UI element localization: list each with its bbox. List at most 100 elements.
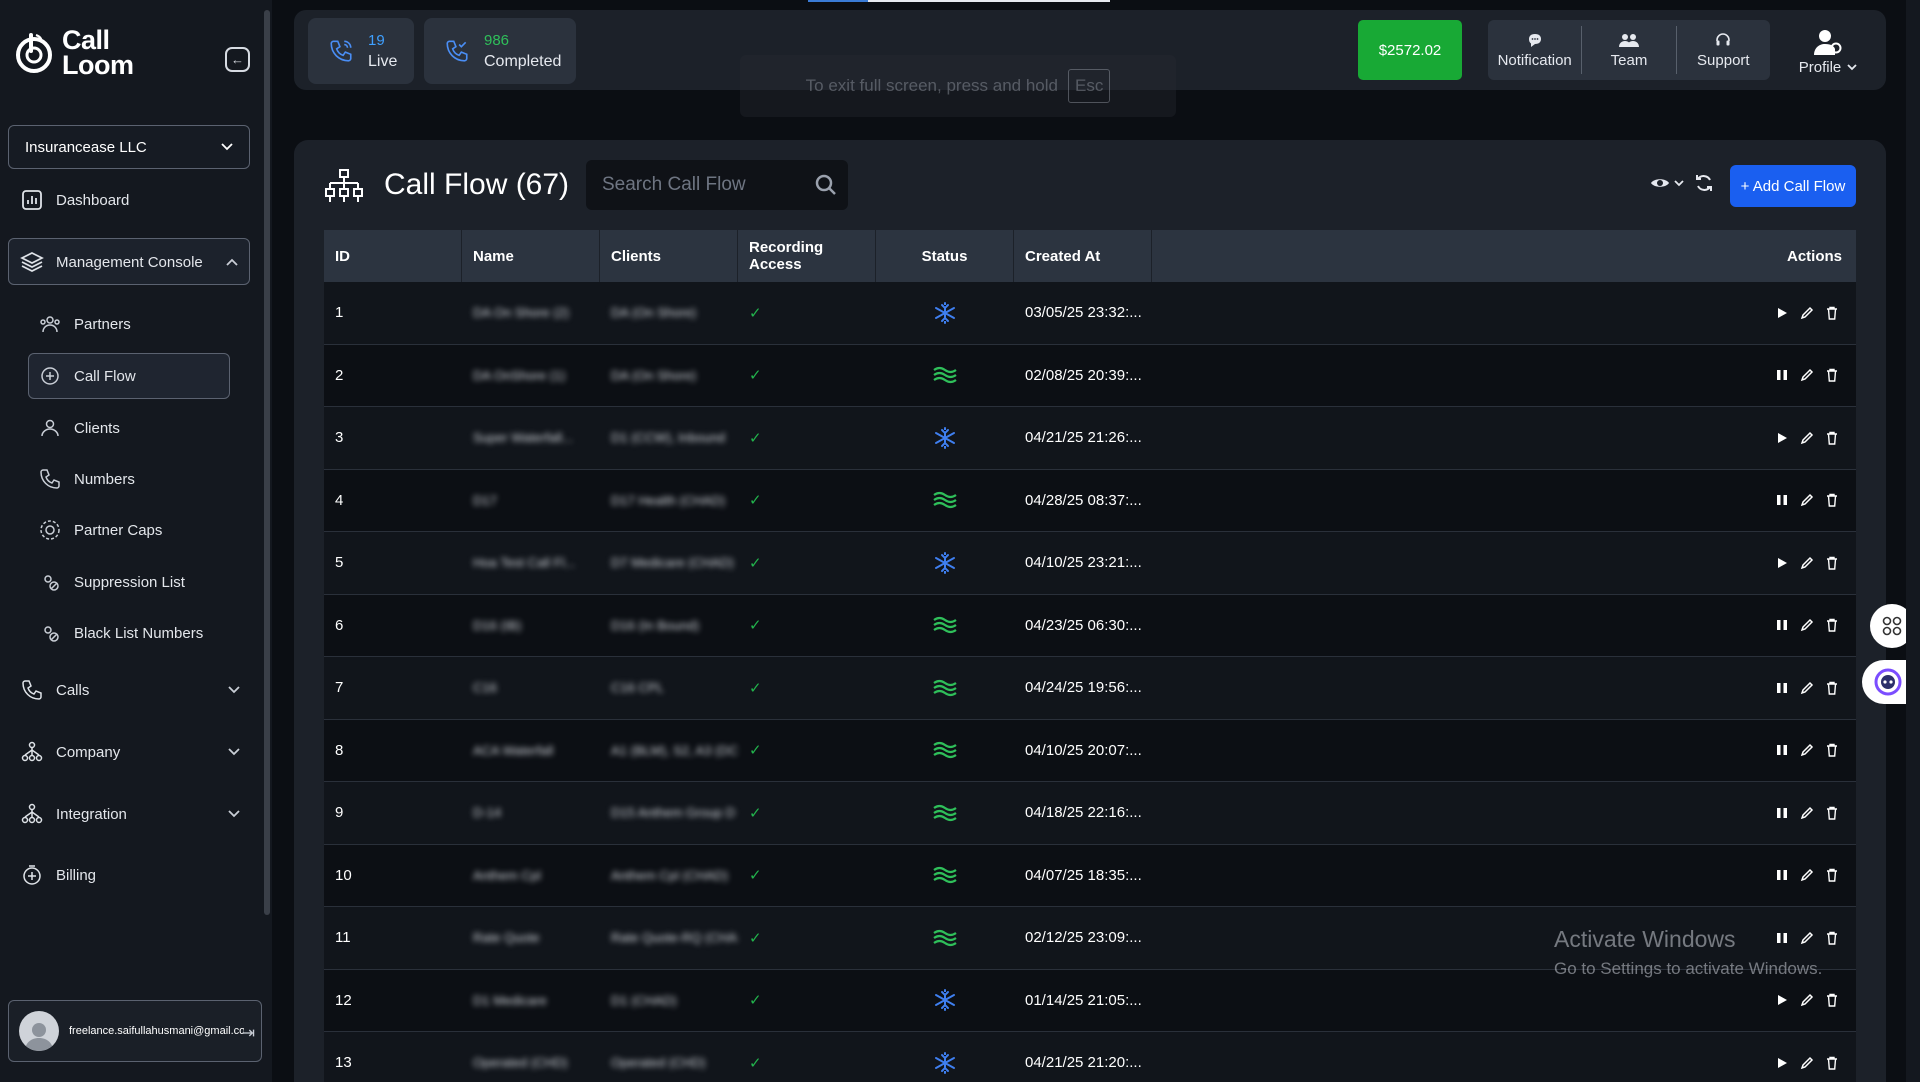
- table-row[interactable]: 6 D16 (IB) D16 (In Bound) ✓ 04/23/25 06:30:.…: [324, 594, 1856, 657]
- column-header-created-at[interactable]: Created At: [1014, 230, 1152, 282]
- edit-pencil-icon[interactable]: [1800, 806, 1814, 820]
- table-row[interactable]: 3 Super Waterfall... D1 (CCW), Inbound ✓ 04/…: [324, 407, 1856, 470]
- collapse-sidebar-button[interactable]: ←: [225, 47, 250, 72]
- watermark-title: Activate Windows: [1554, 926, 1736, 952]
- sidebar-item-label: Billing: [56, 866, 97, 884]
- sidebar-item-call-flow[interactable]: Call Flow: [38, 364, 136, 388]
- delete-trash-icon[interactable]: [1826, 368, 1838, 382]
- table-row[interactable]: 10 Anthem Cpl Anthem Cpl (CHAD) ✓ 04/07/25 1…: [324, 844, 1856, 907]
- cell-id: 4: [335, 491, 344, 509]
- cell-created-at: 04/21/25 21:20:...: [1025, 1054, 1142, 1072]
- recording-check-icon: ✓: [749, 304, 762, 322]
- management-console-header[interactable]: Management Console: [20, 250, 238, 274]
- table-row[interactable]: 7 C16 C16 CPL ✓ 04/24/25 19:56:...: [324, 657, 1856, 720]
- refresh-icon[interactable]: [1694, 173, 1714, 198]
- balance-button[interactable]: $2572.02: [1358, 20, 1462, 80]
- delete-trash-icon[interactable]: [1826, 1056, 1838, 1070]
- search-input[interactable]: [602, 174, 802, 196]
- delete-trash-icon[interactable]: [1826, 556, 1838, 570]
- pause-icon[interactable]: [1776, 619, 1788, 631]
- add-call-flow-button[interactable]: + Add Call Flow: [1730, 165, 1856, 207]
- chevron-down-icon: [1674, 179, 1684, 186]
- delete-trash-icon[interactable]: [1826, 806, 1838, 820]
- user-account[interactable]: freelance.saifullahusmani@gmail.com ⇥: [8, 1000, 262, 1062]
- column-visibility-toggle[interactable]: [1650, 176, 1684, 190]
- delete-trash-icon[interactable]: [1826, 493, 1838, 507]
- cell-actions: [1746, 470, 1856, 532]
- sidebar-item-company[interactable]: Company: [20, 740, 240, 764]
- edit-pencil-icon[interactable]: [1800, 368, 1814, 382]
- play-icon[interactable]: [1776, 307, 1788, 319]
- search-icon[interactable]: [814, 173, 838, 202]
- play-icon[interactable]: [1776, 994, 1788, 1006]
- pause-icon[interactable]: [1776, 807, 1788, 819]
- column-header-name[interactable]: Name: [462, 230, 600, 282]
- column-header-recording-access[interactable]: Recording Access: [738, 230, 876, 282]
- pause-icon[interactable]: [1776, 869, 1788, 881]
- delete-trash-icon[interactable]: [1826, 618, 1838, 632]
- play-icon[interactable]: [1776, 432, 1788, 444]
- cell-actions: [1746, 345, 1856, 407]
- completed-calls-stat[interactable]: 986 Completed: [424, 18, 576, 84]
- table-row[interactable]: 4 D17 D17 Health (CHAD) ✓ 04/28/25 08:37:...: [324, 469, 1856, 532]
- table-row[interactable]: 13 Operated (CHD) Operated (CHD) ✓ 04/21/25 …: [324, 1032, 1856, 1082]
- live-calls-stat[interactable]: 19 Live: [308, 18, 414, 84]
- sidebar-item-billing[interactable]: Billing: [20, 863, 96, 887]
- edit-pencil-icon[interactable]: [1800, 618, 1814, 632]
- edit-pencil-icon[interactable]: [1800, 431, 1814, 445]
- eye-icon: [1651, 179, 1669, 187]
- pause-icon[interactable]: [1776, 369, 1788, 381]
- waves-active-icon: [933, 867, 957, 884]
- edit-pencil-icon[interactable]: [1800, 868, 1814, 882]
- play-icon[interactable]: [1776, 1057, 1788, 1069]
- table-row[interactable]: 2 DA OnShore (1) DA (On Shore) ✓ 02/08/25 20…: [324, 344, 1856, 407]
- cell-created-at: 03/05/25 23:32:...: [1025, 304, 1142, 322]
- column-header-id[interactable]: ID: [324, 230, 462, 282]
- delete-trash-icon[interactable]: [1826, 868, 1838, 882]
- sidebar-item-suppression-list[interactable]: Suppression List: [38, 570, 185, 594]
- edit-pencil-icon[interactable]: [1800, 493, 1814, 507]
- pause-icon[interactable]: [1776, 682, 1788, 694]
- logout-icon[interactable]: ⇥: [242, 1023, 255, 1043]
- edit-pencil-icon[interactable]: [1800, 306, 1814, 320]
- table-row[interactable]: 5 Hoa Test Call Fl... D7 Medicare (CHAD) ✓ 0…: [324, 532, 1856, 595]
- edit-pencil-icon[interactable]: [1800, 556, 1814, 570]
- edit-pencil-icon[interactable]: [1800, 743, 1814, 757]
- table-row[interactable]: 8 ACA Waterfall A1 (BLM), S2, A3 (DC ✓ 04/10…: [324, 719, 1856, 782]
- sidebar-item-partner-caps[interactable]: Partner Caps: [38, 518, 162, 542]
- organization-select[interactable]: Insurancease LLC: [8, 125, 250, 169]
- sidebar-item-black-list-numbers[interactable]: Black List Numbers: [38, 621, 203, 645]
- delete-trash-icon[interactable]: [1826, 931, 1838, 945]
- profile-menu[interactable]: Profile: [1782, 22, 1874, 82]
- delete-trash-icon[interactable]: [1826, 743, 1838, 757]
- sidebar-item-partners[interactable]: Partners: [38, 312, 131, 336]
- sidebar-item-dashboard[interactable]: Dashboard: [20, 188, 129, 212]
- column-header-clients[interactable]: Clients: [600, 230, 738, 282]
- cell-status: [876, 345, 1014, 407]
- table-row[interactable]: 1 DA On Shore (2) DA (On Shore) ✓ 03/05/25 2…: [324, 282, 1856, 345]
- pause-icon[interactable]: [1776, 494, 1788, 506]
- play-icon[interactable]: [1776, 557, 1788, 569]
- sidebar-item-numbers[interactable]: Numbers: [38, 467, 135, 491]
- sidebar-scrollbar-thumb[interactable]: [264, 10, 270, 915]
- delete-trash-icon[interactable]: [1826, 993, 1838, 1007]
- delete-trash-icon[interactable]: [1826, 431, 1838, 445]
- support-button[interactable]: Support: [1677, 20, 1770, 80]
- edit-pencil-icon[interactable]: [1800, 993, 1814, 1007]
- column-header-status[interactable]: Status: [876, 230, 1014, 282]
- delete-trash-icon[interactable]: [1826, 681, 1838, 695]
- brand-line-2: Loom: [62, 50, 134, 80]
- cell-clients: Anthem Cpl (CHAD): [611, 867, 729, 883]
- sidebar-item-calls[interactable]: Calls: [20, 678, 240, 702]
- sidebar-item-integration[interactable]: Integration: [20, 802, 240, 826]
- sidebar-item-clients[interactable]: Clients: [38, 416, 120, 440]
- delete-trash-icon[interactable]: [1826, 306, 1838, 320]
- search-call-flow[interactable]: [586, 160, 848, 210]
- table-row[interactable]: 9 D-14 D15 Anthem Group D ✓ 04/18/25 22:16:.…: [324, 782, 1856, 845]
- brand-logo[interactable]: Call Loom: [14, 27, 134, 80]
- notification-button[interactable]: Notification: [1488, 20, 1581, 80]
- pause-icon[interactable]: [1776, 744, 1788, 756]
- edit-pencil-icon[interactable]: [1800, 1056, 1814, 1070]
- edit-pencil-icon[interactable]: [1800, 681, 1814, 695]
- team-button[interactable]: Team: [1582, 20, 1675, 80]
